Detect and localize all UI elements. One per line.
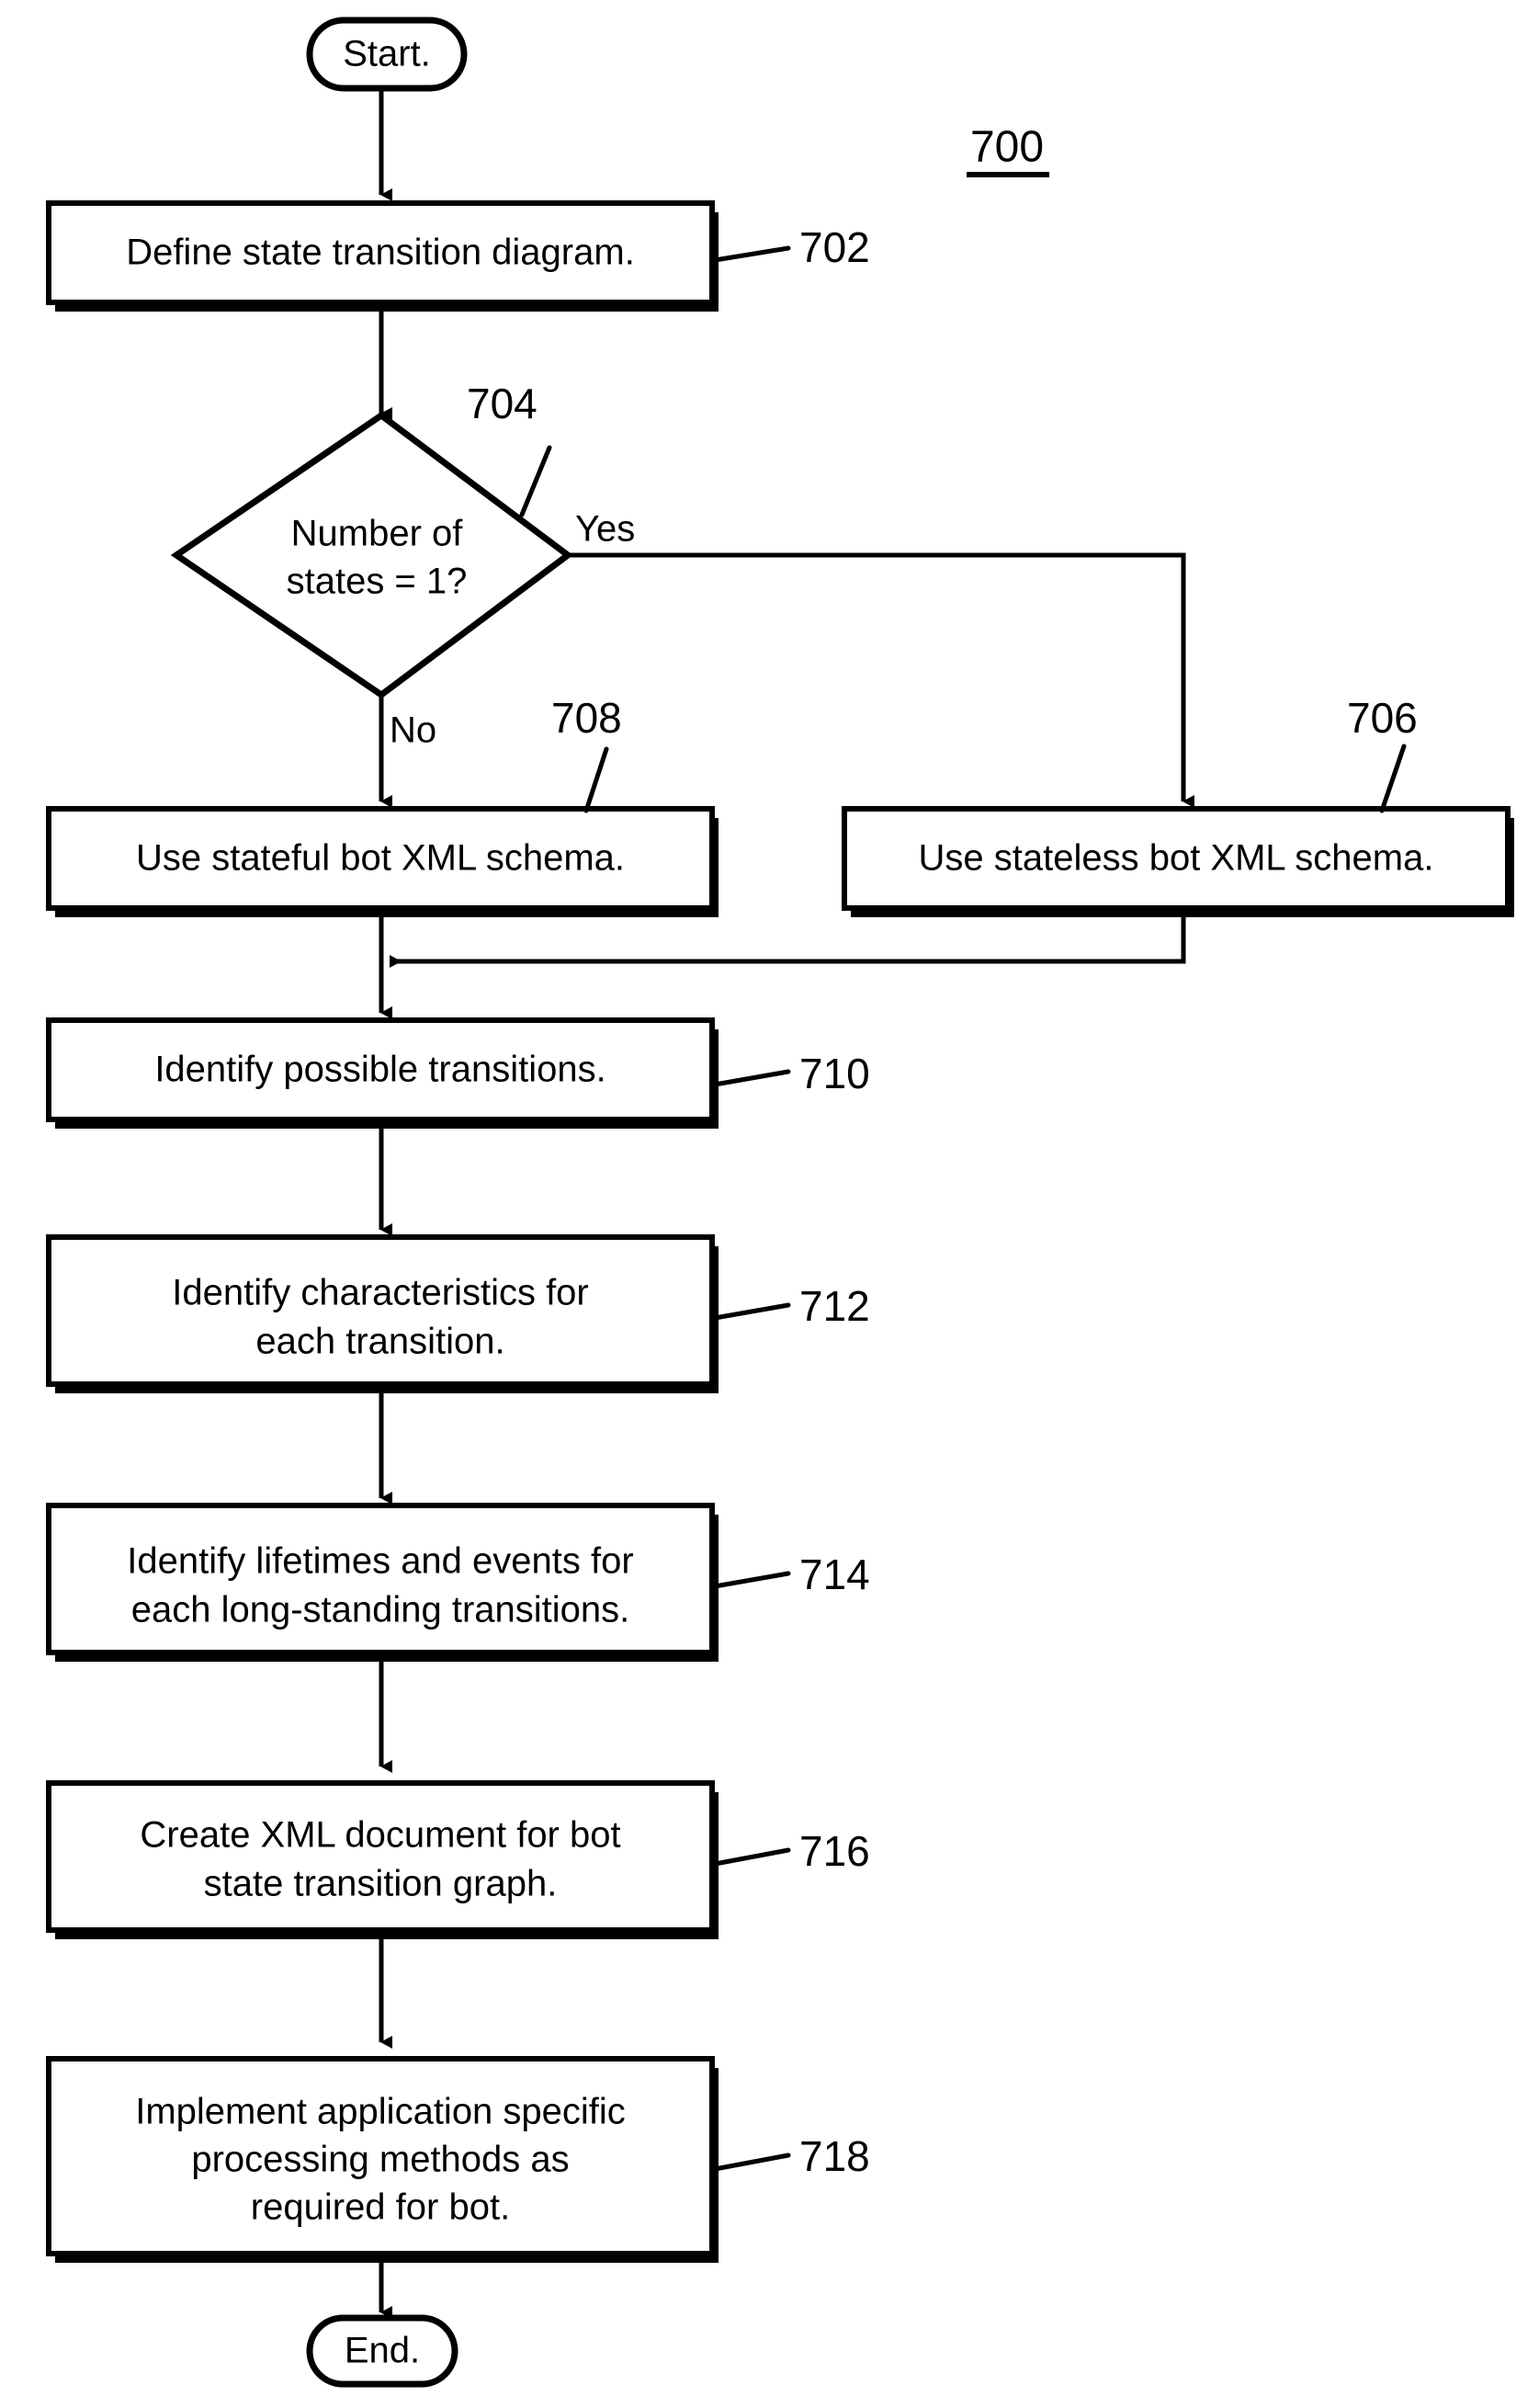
node-712-line-1: each transition. bbox=[255, 1322, 504, 1362]
node-706-line-0: Use stateless bot XML schema. bbox=[919, 838, 1434, 879]
flowchart-svg: 700 Start. Define state transition diagr… bbox=[46, 17, 1514, 2388]
node-716-shape bbox=[46, 1780, 715, 1933]
node-708-line-0: Use stateful bot XML schema. bbox=[136, 838, 625, 879]
terminator-start: Start. bbox=[306, 17, 468, 92]
branch-label-yes: Yes bbox=[575, 509, 635, 550]
node-710-line-0: Identify possible transitions. bbox=[154, 1050, 605, 1090]
node-712-line-0: Identify characteristics for bbox=[172, 1273, 589, 1313]
node-706: Use stateless bot XML schema. 706 bbox=[842, 694, 1514, 917]
node-706-ref: 706 bbox=[1347, 694, 1418, 742]
node-718: Implement application specific processin… bbox=[46, 2056, 870, 2263]
figure-number: 700 bbox=[967, 123, 1049, 177]
terminator-end: End. bbox=[306, 2314, 458, 2388]
node-718-line-1: processing methods as bbox=[191, 2140, 569, 2180]
node-718-leader bbox=[712, 2152, 791, 2172]
node-714-line-1: each long-standing transitions. bbox=[131, 1590, 630, 1630]
start-terminator-label: Start. bbox=[343, 34, 431, 74]
node-710-ref: 710 bbox=[799, 1050, 870, 1097]
node-716-line-1: state transition graph. bbox=[204, 1864, 558, 1904]
node-710: Identify possible transitions. 710 bbox=[46, 1017, 870, 1129]
node-716-line-0: Create XML document for bot bbox=[140, 1815, 620, 1856]
node-704: Number of states = 1? 704 bbox=[170, 380, 573, 699]
node-712-ref: 712 bbox=[799, 1282, 870, 1330]
node-708-ref: 708 bbox=[551, 694, 622, 742]
node-718-ref: 718 bbox=[799, 2132, 870, 2180]
node-714-line-0: Identify lifetimes and events for bbox=[127, 1541, 633, 1582]
node-718-line-2: required for bot. bbox=[251, 2187, 510, 2228]
node-714-leader bbox=[712, 1571, 791, 1589]
node-716-ref: 716 bbox=[799, 1827, 870, 1875]
node-702-leader bbox=[712, 245, 791, 263]
node-702-ref: 702 bbox=[799, 223, 870, 271]
figure-number-label: 700 bbox=[970, 123, 1044, 172]
node-704-ref: 704 bbox=[467, 380, 538, 427]
node-710-leader bbox=[712, 1069, 791, 1087]
flowchart-canvas: 700 Start. Define state transition diagr… bbox=[0, 0, 1539, 2408]
branch-label-no: No bbox=[390, 710, 436, 751]
node-704-shape bbox=[170, 411, 573, 699]
node-718-line-0: Implement application specific bbox=[135, 2092, 626, 2132]
node-714: Identify lifetimes and events for each l… bbox=[46, 1503, 870, 1662]
connector-706-to-main bbox=[390, 917, 1186, 968]
node-704-line-0: Number of bbox=[291, 514, 464, 554]
node-716: Create XML document for bot state transi… bbox=[46, 1780, 870, 1939]
node-702-line-0: Define state transition diagram. bbox=[126, 233, 635, 273]
node-714-ref: 714 bbox=[799, 1550, 870, 1598]
node-706-leader bbox=[1379, 744, 1407, 813]
node-708-leader bbox=[583, 746, 609, 813]
node-716-leader bbox=[712, 1847, 791, 1867]
connector-704-yes-to-706 bbox=[568, 552, 1194, 808]
node-712: Identify characteristics for each transi… bbox=[46, 1234, 870, 1393]
node-704-leader bbox=[519, 445, 552, 517]
end-terminator-label: End. bbox=[345, 2331, 420, 2371]
node-712-leader bbox=[712, 1302, 791, 1321]
node-702: Define state transition diagram. 702 bbox=[46, 200, 870, 312]
node-704-line-1: states = 1? bbox=[287, 562, 468, 602]
